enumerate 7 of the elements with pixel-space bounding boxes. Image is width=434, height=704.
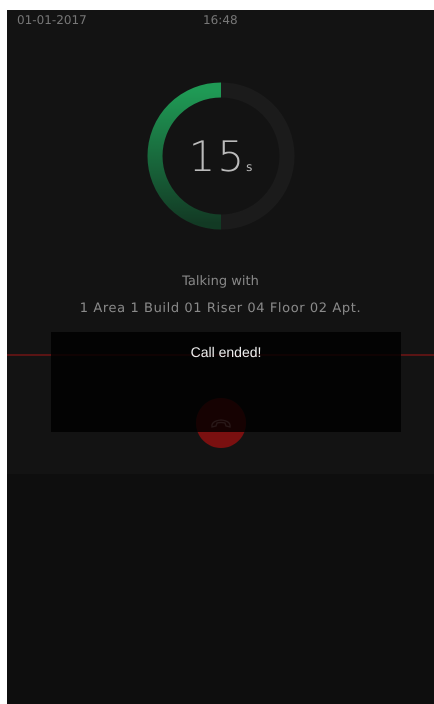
- status-date: 01-01-2017: [17, 13, 88, 29]
- toast-message: Call ended!: [190, 344, 262, 362]
- talking-with-label: Talking with: [182, 274, 259, 289]
- countdown-unit: s: [246, 160, 252, 174]
- countdown-value: 15: [188, 132, 246, 180]
- status-time: 16:48: [203, 13, 238, 29]
- callee-address: 1 Area 1 Build 01 Riser 04 Floor 02 Apt.: [80, 301, 362, 316]
